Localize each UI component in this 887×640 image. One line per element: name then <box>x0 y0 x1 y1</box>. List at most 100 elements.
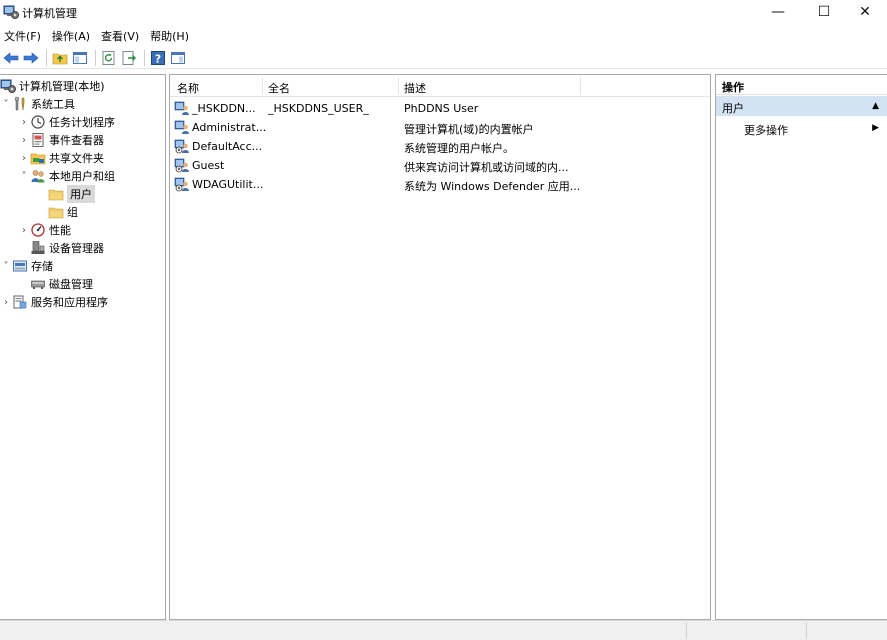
tree-item-groups[interactable]: 组 <box>48 203 78 221</box>
performance-icon <box>30 222 46 238</box>
chevron-down-icon[interactable]: ˅ <box>18 171 30 182</box>
user-name: _HSKDDN... <box>192 102 256 115</box>
tree-item-event-viewer[interactable]: › 事件查看器 <box>18 131 104 149</box>
title-bar: 计算机管理 — ☐ ✕ <box>0 0 887 24</box>
column-header-name[interactable]: 名称 <box>177 80 199 96</box>
column-divider[interactable] <box>398 77 399 95</box>
show-hide-action-pane-icon[interactable] <box>169 49 187 67</box>
actions-section-users[interactable]: 用户 ▲ <box>716 96 887 116</box>
chevron-right-icon[interactable]: › <box>18 153 30 164</box>
folder-icon <box>48 204 64 220</box>
toolbar: ? <box>0 47 887 69</box>
svg-text:?: ? <box>155 52 161 65</box>
list-header: 名称 全名 描述 <box>170 75 710 97</box>
up-folder-icon[interactable] <box>51 49 69 67</box>
close-icon: ✕ <box>859 4 871 20</box>
tree-item-performance[interactable]: › 性能 <box>18 221 71 239</box>
tree-item-local-users-groups[interactable]: ˅ 本地用户和组 <box>18 167 116 185</box>
menu-view[interactable]: 查看(V) <box>97 26 146 44</box>
tree-item-device-manager[interactable]: 设备管理器 <box>30 239 104 257</box>
tree-item-label: 用户 <box>67 185 95 203</box>
tree-item-computer-management[interactable]: 计算机管理(本地) <box>0 77 105 95</box>
actions-section-label: 用户 <box>722 102 744 115</box>
chevron-right-icon[interactable]: › <box>0 297 12 308</box>
user-description: 系统为 Windows Defender 应用... <box>404 180 581 193</box>
refresh-icon[interactable] <box>100 49 118 67</box>
tree-item-system-tools[interactable]: ˅ 系统工具 <box>0 95 75 113</box>
menu-action[interactable]: 操作(A) <box>48 26 97 44</box>
computer-management-icon <box>3 4 19 20</box>
column-header-fullname[interactable]: 全名 <box>268 80 290 96</box>
show-hide-console-tree-icon[interactable] <box>71 49 89 67</box>
menu-help[interactable]: 帮助(H) <box>146 26 196 44</box>
more-actions-item[interactable]: 更多操作 ▶ <box>716 118 887 138</box>
tree-item-label: 性能 <box>49 224 71 237</box>
collapse-triangle-icon[interactable]: ▲ <box>872 101 879 111</box>
toolbar-separator <box>46 49 47 66</box>
tree-item-label: 系统工具 <box>31 98 75 111</box>
export-list-icon[interactable] <box>120 49 138 67</box>
tree-item-label: 任务计划程序 <box>49 116 115 129</box>
user-name: DefaultAcc... <box>192 140 263 153</box>
tree-item-label: 设备管理器 <box>49 242 104 255</box>
column-header-description[interactable]: 描述 <box>404 80 426 96</box>
actions-pane: 操作 用户 ▲ 更多操作 ▶ <box>715 74 887 620</box>
user-description: 供来宾访问计算机或访问域的内... <box>404 161 569 174</box>
console-tree: 计算机管理(本地) ˅ 系统工具 › 任务计划程序 › 事件查看器 › 共享文件… <box>0 74 166 620</box>
shared-folder-icon <box>30 150 46 166</box>
table-row[interactable]: Administrat... 管理计算机(域)的内置帐户 <box>170 118 710 137</box>
status-bar <box>0 620 887 640</box>
system-tools-icon <box>12 96 28 112</box>
back-arrow-icon[interactable] <box>2 49 20 67</box>
user-icon <box>174 119 190 135</box>
help-icon[interactable]: ? <box>149 49 167 67</box>
forward-arrow-icon[interactable] <box>22 49 40 67</box>
table-row[interactable]: DefaultAcc... 系统管理的用户帐户。 <box>170 137 710 156</box>
tree-item-task-scheduler[interactable]: › 任务计划程序 <box>18 113 115 131</box>
minimize-icon: — <box>771 4 785 20</box>
window-title: 计算机管理 <box>22 7 77 20</box>
submenu-arrow-icon: ▶ <box>872 123 879 133</box>
tree-item-storage[interactable]: ˅ 存储 <box>0 257 54 275</box>
toolbar-separator <box>95 49 96 66</box>
computer-management-icon <box>0 78 16 94</box>
device-manager-icon <box>30 240 46 256</box>
more-actions-label: 更多操作 <box>744 124 788 137</box>
disabled-user-icon <box>174 157 190 173</box>
tree-item-users[interactable]: 用户 <box>48 185 95 203</box>
user-description: PhDDNS User <box>404 102 479 115</box>
maximize-button[interactable]: ☐ <box>802 0 846 24</box>
user-name: Administrat... <box>192 121 267 134</box>
table-row[interactable]: _HSKDDN... _HSKDDNS_USER_ PhDDNS User <box>170 99 710 118</box>
chevron-down-icon[interactable]: ˅ <box>0 99 12 110</box>
tree-item-label: 事件查看器 <box>49 134 104 147</box>
tree-item-label: 计算机管理(本地) <box>19 80 105 93</box>
table-row[interactable]: Guest 供来宾访问计算机或访问域的内... <box>170 156 710 175</box>
column-divider[interactable] <box>580 77 581 95</box>
user-icon <box>174 100 190 116</box>
users-group-icon <box>30 168 46 184</box>
storage-icon <box>12 258 28 274</box>
minimize-button[interactable]: — <box>756 0 800 24</box>
close-button[interactable]: ✕ <box>843 0 887 24</box>
status-bar-divider <box>806 623 807 639</box>
menu-file[interactable]: 文件(F) <box>0 26 48 44</box>
tree-item-services-applications[interactable]: › 服务和应用程序 <box>0 293 108 311</box>
tree-item-label: 本地用户和组 <box>49 170 115 183</box>
services-icon <box>12 294 28 310</box>
tree-item-disk-management[interactable]: 磁盘管理 <box>30 275 93 293</box>
table-row[interactable]: WDAGUtilit... 系统为 Windows Defender 应用... <box>170 175 710 194</box>
chevron-down-icon[interactable]: ˅ <box>0 261 12 272</box>
status-bar-divider <box>686 623 687 639</box>
chevron-right-icon[interactable]: › <box>18 117 30 128</box>
actions-header: 操作 <box>716 75 887 95</box>
chevron-right-icon[interactable]: › <box>18 225 30 236</box>
tree-item-label: 组 <box>67 206 78 219</box>
tree-item-label: 磁盘管理 <box>49 278 93 291</box>
chevron-right-icon[interactable]: › <box>18 135 30 146</box>
column-divider[interactable] <box>262 77 263 95</box>
clock-icon <box>30 114 46 130</box>
user-name: WDAGUtilit... <box>192 178 264 191</box>
tree-item-shared-folders[interactable]: › 共享文件夹 <box>18 149 104 167</box>
toolbar-separator <box>144 49 145 66</box>
